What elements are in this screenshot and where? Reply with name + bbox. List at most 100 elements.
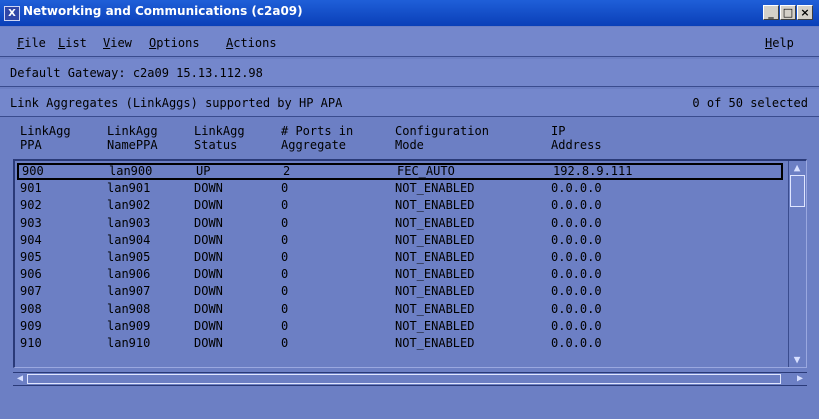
cell-nameppa: lan908 xyxy=(107,301,151,316)
cell-config-mode: NOT_ENABLED xyxy=(395,267,475,282)
x-window-icon[interactable]: X xyxy=(4,6,20,21)
cell-ports: 0 xyxy=(281,181,289,196)
cell-ports: 0 xyxy=(281,301,289,316)
close-icon: × xyxy=(800,6,810,19)
maximize-button[interactable]: □ xyxy=(780,5,796,20)
cell-status: DOWN xyxy=(194,336,223,350)
cell-nameppa: lan909 xyxy=(107,318,151,333)
app-window: X Networking and Communications (c2a09) … xyxy=(0,0,819,419)
cell-ports: 0 xyxy=(281,198,289,213)
cell-nameppa: lan907 xyxy=(107,284,151,299)
cell-status: DOWN xyxy=(194,267,223,282)
scroll-down-icon[interactable]: ▼ xyxy=(791,354,803,366)
table-row[interactable]: 906 lan906 DOWN 0 NOT_ENABLED 0.0.0.0 xyxy=(17,266,783,283)
cell-ip-address: 0.0.0.0 xyxy=(551,318,602,333)
cell-status: DOWN xyxy=(194,198,223,213)
cell-status: DOWN xyxy=(194,232,223,247)
table-row[interactable]: 908 lan908 DOWN 0 NOT_ENABLED 0.0.0.0 xyxy=(17,301,783,318)
table-row[interactable]: 907 lan907 DOWN 0 NOT_ENABLED 0.0.0.0 xyxy=(17,283,783,300)
selection-count: 0 of 50 selected xyxy=(692,96,808,110)
table-row[interactable]: 901 lan901 DOWN 0 NOT_ENABLED 0.0.0.0 xyxy=(17,180,783,197)
cell-status: UP xyxy=(196,164,211,178)
cell-nameppa: lan901 xyxy=(107,181,151,196)
cell-ppa: 906 xyxy=(20,267,42,282)
menu-view[interactable]: View xyxy=(103,36,132,50)
table-row[interactable]: 909 lan909 DOWN 0 NOT_ENABLED 0.0.0.0 xyxy=(17,318,783,335)
cell-ip-address: 0.0.0.0 xyxy=(551,250,602,264)
horizontal-scroll-thumb[interactable] xyxy=(27,374,781,384)
col-header-linkagg-nameppa[interactable]: LinkAgg NamePPA xyxy=(107,124,158,152)
linkagg-list[interactable]: 900 lan900 UP 2 FEC_AUTO 192.8.9.111 901 lan901… xyxy=(13,159,807,368)
cell-ports: 0 xyxy=(281,284,289,299)
cell-config-mode: NOT_ENABLED xyxy=(395,232,475,247)
col-header-linkagg-status[interactable]: LinkAgg Status xyxy=(194,124,245,152)
horizontal-scrollbar[interactable]: ◀ ▶ xyxy=(13,372,807,386)
cell-config-mode: NOT_ENABLED xyxy=(395,301,475,316)
cell-status: DOWN xyxy=(194,284,223,299)
cell-ip-address: 0.0.0.0 xyxy=(551,336,602,350)
cell-ports: 0 xyxy=(281,215,289,230)
cell-ppa: 901 xyxy=(20,181,42,196)
scroll-up-icon[interactable]: ▲ xyxy=(791,162,803,174)
minimize-icon: _ xyxy=(768,6,774,19)
menu-file[interactable]: File xyxy=(17,36,46,50)
table-row[interactable]: 903 lan903 DOWN 0 NOT_ENABLED 0.0.0.0 xyxy=(17,215,783,232)
cell-ip-address: 0.0.0.0 xyxy=(551,232,602,247)
col-header-linkagg-ppa[interactable]: LinkAgg PPA xyxy=(20,124,71,152)
col-header-ip-address[interactable]: IP Address xyxy=(551,124,602,152)
cell-config-mode: NOT_ENABLED xyxy=(395,215,475,230)
cell-nameppa: lan910 xyxy=(107,336,151,350)
scroll-right-icon[interactable]: ▶ xyxy=(794,373,806,385)
cell-ip-address: 0.0.0.0 xyxy=(551,267,602,282)
cell-ip-address: 192.8.9.111 xyxy=(553,164,633,178)
cell-ports: 0 xyxy=(281,267,289,282)
cell-config-mode: NOT_ENABLED xyxy=(395,181,475,196)
cell-ip-address: 0.0.0.0 xyxy=(551,215,602,230)
cell-ppa: 908 xyxy=(20,301,42,316)
table-row[interactable]: 900 lan900 UP 2 FEC_AUTO 192.8.9.111 xyxy=(17,163,783,180)
col-header-ports[interactable]: # Ports in Aggregate xyxy=(281,124,353,152)
menu-options[interactable]: Options xyxy=(149,36,200,50)
default-gateway-text: Default Gateway: c2a09 15.13.112.98 xyxy=(10,66,263,80)
cell-ppa: 905 xyxy=(20,250,42,264)
title-bar[interactable]: X Networking and Communications (c2a09) … xyxy=(0,0,819,26)
menu-help[interactable]: Help xyxy=(765,36,794,50)
cell-config-mode: NOT_ENABLED xyxy=(395,250,475,264)
cell-config-mode: FEC_AUTO xyxy=(397,164,455,178)
cell-ports: 0 xyxy=(281,250,289,264)
cell-ppa: 909 xyxy=(20,318,42,333)
section-title: Link Aggregates (LinkAggs) supported by … xyxy=(10,96,343,110)
cell-status: DOWN xyxy=(194,301,223,316)
menu-list[interactable]: List xyxy=(58,36,87,50)
table-row[interactable]: 905 lan905 DOWN 0 NOT_ENABLED 0.0.0.0 xyxy=(17,249,783,266)
cell-ports: 2 xyxy=(283,164,291,178)
cell-ports: 0 xyxy=(281,336,289,350)
cell-config-mode: NOT_ENABLED xyxy=(395,318,475,333)
cell-status: DOWN xyxy=(194,215,223,230)
cell-config-mode: NOT_ENABLED xyxy=(395,336,475,350)
table-row[interactable]: 910 lan910 DOWN 0 NOT_ENABLED 0.0.0.0 xyxy=(17,335,783,352)
cell-ip-address: 0.0.0.0 xyxy=(551,181,602,196)
scroll-left-icon[interactable]: ◀ xyxy=(14,373,26,385)
minimize-button[interactable]: _ xyxy=(763,5,779,20)
col-header-config-mode[interactable]: Configuration Mode xyxy=(395,124,489,152)
close-button[interactable]: × xyxy=(797,5,813,20)
table-row[interactable]: 904 lan904 DOWN 0 NOT_ENABLED 0.0.0.0 xyxy=(17,232,783,249)
cell-ip-address: 0.0.0.0 xyxy=(551,284,602,299)
cell-nameppa: lan900 xyxy=(109,164,153,178)
cell-nameppa: lan903 xyxy=(107,215,151,230)
cell-status: DOWN xyxy=(194,318,223,333)
vertical-scroll-thumb[interactable] xyxy=(790,175,805,207)
vertical-scrollbar[interactable]: ▲ ▼ xyxy=(788,161,806,367)
table-row[interactable]: 902 lan902 DOWN 0 NOT_ENABLED 0.0.0.0 xyxy=(17,197,783,214)
cell-ppa: 903 xyxy=(20,215,42,230)
cell-status: DOWN xyxy=(194,181,223,196)
cell-ppa: 902 xyxy=(20,198,42,213)
menu-actions[interactable]: Actions xyxy=(226,36,277,50)
cell-nameppa: lan904 xyxy=(107,232,151,247)
cell-config-mode: NOT_ENABLED xyxy=(395,284,475,299)
cell-nameppa: lan906 xyxy=(107,267,151,282)
section-bar: Link Aggregates (LinkAggs) supported by … xyxy=(0,89,819,117)
window-title: Networking and Communications (c2a09) xyxy=(23,4,303,18)
column-headers: LinkAgg PPA LinkAgg NamePPA LinkAgg Stat… xyxy=(0,118,819,158)
